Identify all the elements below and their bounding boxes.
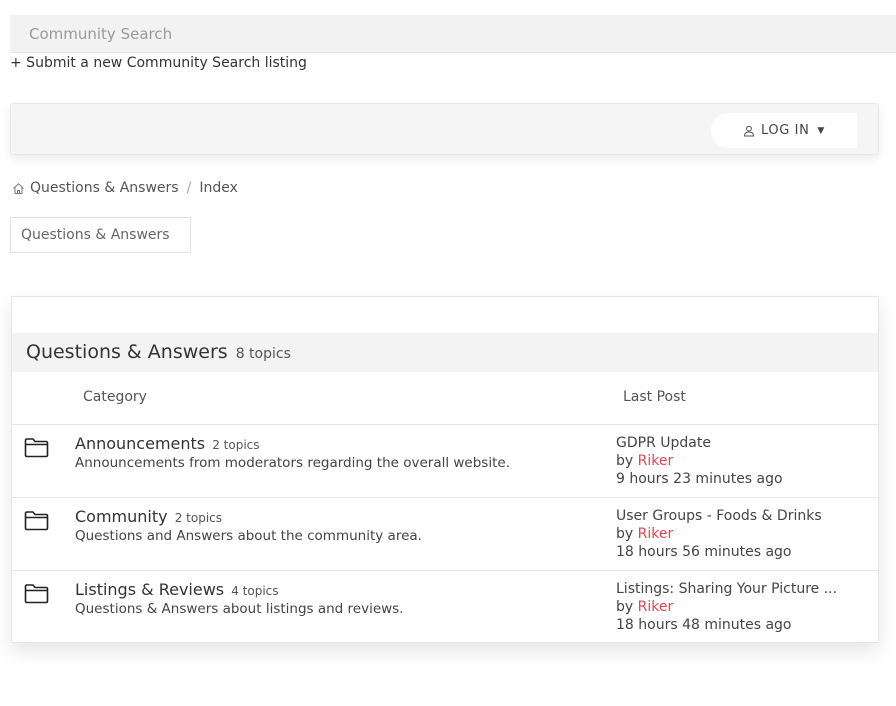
last-post-time: 9 hours 23 minutes ago: [616, 471, 783, 487]
category-topic-count: 2 topics: [212, 438, 260, 452]
community-search-label: Community Search: [29, 25, 173, 43]
breadcrumb: Questions & Answers / Index: [12, 180, 238, 196]
category-topic-count: 2 topics: [174, 511, 222, 525]
user-icon: [744, 125, 755, 136]
last-post-author[interactable]: Riker: [638, 453, 674, 469]
user-toolbar: LOG IN ▼: [10, 103, 879, 155]
category-topic-count: 4 topics: [231, 584, 279, 598]
category-name[interactable]: Community: [75, 507, 168, 526]
forum-title: Questions & Answers 8 topics: [26, 341, 291, 363]
page: Community Search + Submit a new Communit…: [0, 0, 896, 706]
forum-topic-count: 8 topics: [235, 346, 291, 362]
folder-icon: [24, 584, 49, 604]
login-button[interactable]: LOG IN ▼: [711, 113, 857, 148]
last-post-author[interactable]: Riker: [638, 526, 674, 542]
forum-title-text: Questions & Answers: [26, 341, 228, 363]
last-post-by: by Riker: [616, 453, 673, 469]
last-post-by: by Riker: [616, 599, 673, 615]
breadcrumb-item-questions-answers[interactable]: Questions & Answers: [30, 180, 179, 196]
category-row-announcements: Announcements 2 topics Announcements fro…: [12, 424, 878, 497]
category-row-listings-reviews: Listings & Reviews 4 topics Questions & …: [12, 570, 878, 643]
tab-questions-answers[interactable]: Questions & Answers: [10, 217, 191, 253]
last-post-title[interactable]: User Groups - Foods & Drinks: [616, 508, 822, 524]
last-post-by-label: by: [616, 453, 634, 469]
category-name[interactable]: Announcements: [75, 434, 205, 453]
last-post-time: 18 hours 48 minutes ago: [616, 617, 792, 633]
last-post-title[interactable]: GDPR Update: [616, 435, 711, 451]
breadcrumb-item-index: Index: [199, 180, 238, 196]
category-description: Questions & Answers about listings and r…: [75, 601, 404, 617]
category-title[interactable]: Listings & Reviews 4 topics: [75, 580, 279, 599]
last-post-author[interactable]: Riker: [638, 599, 674, 615]
category-description: Announcements from moderators regarding …: [75, 455, 510, 471]
last-post-by-label: by: [616, 526, 634, 542]
last-post-by-label: by: [616, 599, 634, 615]
forum-panel: Questions & Answers 8 topics Category La…: [11, 296, 879, 643]
submit-listing-link[interactable]: + Submit a new Community Search listing: [10, 55, 307, 71]
forum-header: Questions & Answers 8 topics: [12, 333, 878, 372]
column-header-last-post: Last Post: [623, 389, 686, 405]
category-title[interactable]: Community 2 topics: [75, 507, 222, 526]
category-title[interactable]: Announcements 2 topics: [75, 434, 260, 453]
folder-icon: [24, 511, 49, 531]
last-post-by: by Riker: [616, 526, 673, 542]
caret-down-icon: ▼: [817, 125, 825, 136]
category-row-community: Community 2 topics Questions and Answers…: [12, 497, 878, 570]
last-post-time: 18 hours 56 minutes ago: [616, 544, 792, 560]
column-header-category: Category: [83, 389, 147, 405]
home-icon[interactable]: [12, 182, 25, 195]
category-description: Questions and Answers about the communit…: [75, 528, 422, 544]
last-post-title[interactable]: Listings: Sharing Your Picture ...: [616, 581, 837, 597]
category-name[interactable]: Listings & Reviews: [75, 580, 224, 599]
community-search-bar[interactable]: Community Search: [10, 15, 896, 53]
folder-icon: [24, 438, 49, 458]
login-label: LOG IN: [761, 123, 810, 138]
breadcrumb-separator: /: [186, 180, 192, 196]
